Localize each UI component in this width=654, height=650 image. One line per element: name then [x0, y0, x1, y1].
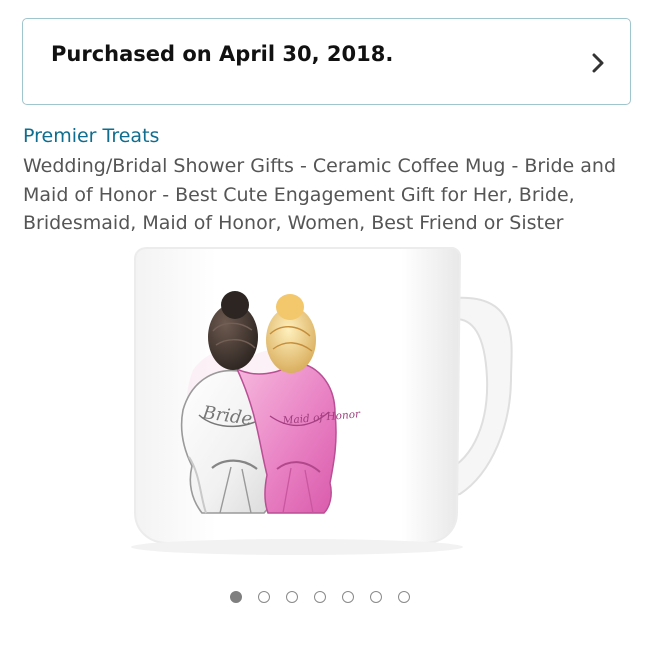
product-image[interactable]: Bride Maid of Honor	[125, 244, 530, 564]
image-carousel-indicators	[230, 589, 410, 605]
carousel-dot-4[interactable]	[314, 591, 326, 603]
chevron-right-icon	[592, 53, 604, 73]
brand-link[interactable]: Premier Treats	[23, 125, 159, 147]
carousel-dot-7[interactable]	[398, 591, 410, 603]
product-title: Wedding/Bridal Shower Gifts - Ceramic Co…	[23, 155, 617, 234]
purchase-history-banner[interactable]: Purchased on April 30, 2018.	[22, 18, 631, 105]
carousel-dot-3[interactable]	[286, 591, 298, 603]
carousel-dot-6[interactable]	[370, 591, 382, 603]
carousel-dot-5[interactable]	[342, 591, 354, 603]
carousel-dot-1[interactable]	[230, 591, 242, 603]
purchase-date-text: Purchased on April 30, 2018.	[51, 42, 394, 66]
partial-next-row-icon	[23, 644, 47, 650]
product-detail-page: Purchased on April 30, 2018. Premier Tre…	[0, 0, 654, 650]
carousel-dot-2[interactable]	[258, 591, 270, 603]
